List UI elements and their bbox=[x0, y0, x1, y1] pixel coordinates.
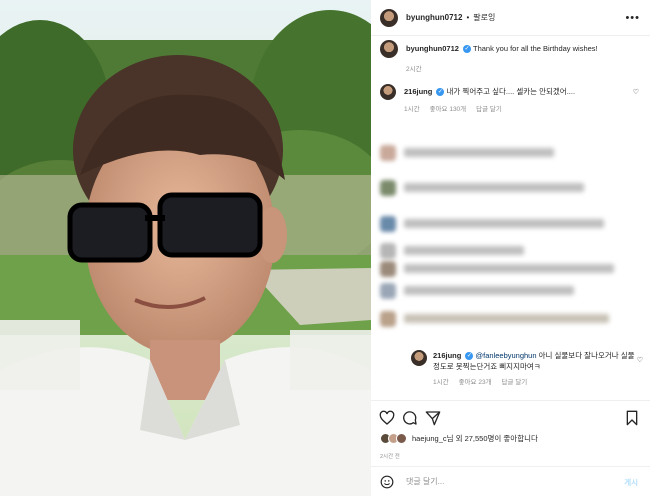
selfie-image bbox=[0, 0, 371, 496]
comment-item: 216jung ✓ 내가 찍어주고 싶다.... 셀카는 안되겠어.... 1시… bbox=[380, 84, 642, 115]
blurred-comment bbox=[380, 213, 642, 235]
post-caption: byunghun0712 ✓ Thank you for all the Bir… bbox=[380, 40, 642, 73]
comment-input-bar: 댓글 달기... 게시 bbox=[371, 466, 650, 496]
post-timestamp[interactable]: 2시간 전 bbox=[380, 452, 400, 460]
following-button[interactable]: 팔로잉 bbox=[473, 12, 495, 23]
post-header: byunghun0712 • 팔로잉 ••• bbox=[371, 0, 650, 36]
liker-avatars bbox=[380, 433, 407, 444]
blurred-comment bbox=[380, 280, 642, 302]
post-photo[interactable] bbox=[0, 0, 371, 496]
comment-bubble-icon[interactable] bbox=[402, 410, 418, 426]
caption-time[interactable]: 2시간 bbox=[406, 63, 422, 73]
reply-like-heart-icon[interactable]: ♡ bbox=[637, 356, 643, 364]
post-actions bbox=[371, 400, 650, 434]
comment-text: 내가 찍어주고 싶다.... 셀카는 안되겠어.... bbox=[446, 87, 576, 96]
caption-text: Thank you for all the Birthday wishes! bbox=[472, 44, 598, 53]
comment-username[interactable]: 216jung bbox=[404, 87, 432, 96]
instagram-post: byunghun0712 • 팔로잉 ••• byunghun0712 ✓ Th… bbox=[0, 0, 650, 496]
more-horizontal-icon[interactable]: ••• bbox=[625, 12, 640, 24]
likes-summary[interactable]: haejung_c님 외 27,550명이 좋아합니다 bbox=[380, 433, 538, 444]
reply-likes[interactable]: 좋아요 23개 bbox=[459, 377, 492, 388]
author-avatar[interactable] bbox=[380, 8, 398, 27]
caption-username[interactable]: byunghun0712 bbox=[406, 44, 459, 53]
reply-reply-button[interactable]: 답글 달기 bbox=[502, 377, 528, 388]
verified-badge-icon: ✓ bbox=[436, 88, 445, 97]
share-send-icon[interactable] bbox=[425, 410, 441, 426]
post-side-panel: byunghun0712 • 팔로잉 ••• byunghun0712 ✓ Th… bbox=[371, 0, 650, 496]
comment-time[interactable]: 1시간 bbox=[404, 104, 420, 115]
blurred-comment bbox=[380, 258, 642, 280]
comment-likes[interactable]: 좋아요 130개 bbox=[430, 104, 467, 115]
blurred-comment bbox=[380, 142, 642, 164]
reply-avatar[interactable] bbox=[411, 350, 427, 366]
blurred-comment bbox=[380, 308, 642, 330]
verified-badge-icon: ✓ bbox=[463, 45, 472, 54]
comment-avatar[interactable] bbox=[380, 84, 396, 100]
post-comment-button[interactable]: 게시 bbox=[624, 477, 638, 488]
caption-avatar[interactable] bbox=[380, 40, 398, 58]
comment-like-heart-icon[interactable]: ♡ bbox=[633, 88, 639, 96]
reply-mention-link[interactable]: @fanleebyunghun bbox=[476, 351, 537, 360]
save-bookmark-icon[interactable] bbox=[624, 410, 640, 426]
author-username[interactable]: byunghun0712 bbox=[406, 13, 462, 22]
like-heart-icon[interactable] bbox=[379, 410, 395, 426]
separator-dot: • bbox=[466, 13, 470, 22]
reply-item: 216jung ✓ @fanleebyunghun 아니 실물보다 잘나오거나 … bbox=[411, 350, 643, 388]
verified-badge-icon: ✓ bbox=[465, 352, 474, 361]
comment-reply-button[interactable]: 답글 달기 bbox=[476, 104, 502, 115]
reply-username[interactable]: 216jung bbox=[433, 351, 461, 360]
reply-time[interactable]: 1시간 bbox=[433, 377, 449, 388]
blurred-comment bbox=[380, 177, 642, 199]
comment-input[interactable]: 댓글 달기... bbox=[406, 476, 444, 487]
likes-text[interactable]: haejung_c님 외 27,550명이 좋아합니다 bbox=[412, 433, 538, 444]
emoji-smiley-icon[interactable] bbox=[380, 475, 394, 489]
